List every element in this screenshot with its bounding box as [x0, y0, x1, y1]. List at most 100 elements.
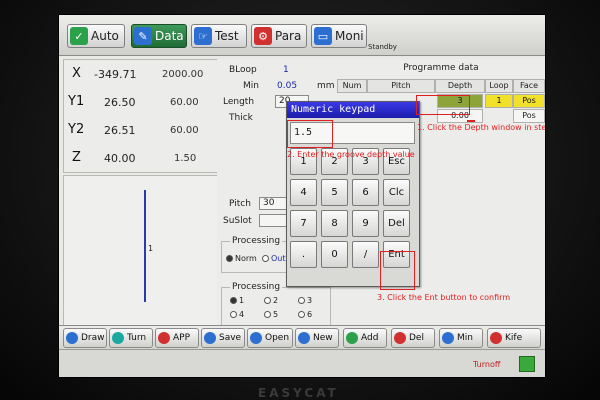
keypad-title: Numeric keypad	[287, 102, 419, 118]
radio-dot	[226, 255, 233, 262]
min-label: Min	[243, 81, 259, 91]
tab-label: Test	[215, 29, 239, 43]
radio-norm[interactable]: Norm	[226, 254, 257, 263]
bloop-value[interactable]: 1	[283, 65, 289, 75]
gear-icon: ⚙	[254, 27, 272, 45]
delete-button[interactable]: Del	[391, 328, 435, 348]
processing-mode-title: Processing	[230, 236, 283, 246]
radio-dot	[264, 297, 271, 304]
radio-label: 3	[307, 296, 313, 305]
key-5[interactable]: 5	[321, 179, 348, 206]
radio-4[interactable]: 4	[230, 310, 244, 319]
tab-label: Moni	[335, 29, 364, 43]
key-0[interactable]: 0	[321, 241, 348, 268]
new-button[interactable]: New	[295, 328, 339, 348]
hmi-bezel: EASYCAT ✓ Auto ✎ Data ☞ Test ⚙ Para ▭ Mo…	[0, 0, 600, 400]
radio-dot	[230, 297, 237, 304]
groove-line-label: 1	[148, 244, 154, 253]
save-icon	[204, 332, 216, 344]
key-7[interactable]: 7	[290, 210, 317, 237]
status-indicator-light	[519, 356, 535, 372]
axis-extra: 60.00	[170, 125, 199, 136]
radio-dot	[262, 255, 269, 262]
coordinate-panel: X -349.71 2000.00 Y1 26.50 60.00 Y2 26.5…	[63, 59, 219, 173]
groove-line	[144, 190, 146, 302]
button-label: Open	[265, 333, 290, 343]
length-label: Length	[223, 97, 255, 107]
tab-auto[interactable]: ✓ Auto	[67, 24, 125, 48]
radio-out[interactable]: Out	[262, 254, 286, 263]
axis-label: Y2	[68, 122, 85, 137]
button-label: Save	[219, 333, 242, 343]
key-del[interactable]: Del	[383, 210, 410, 237]
annotation-pointer-1	[467, 120, 475, 122]
knife-button[interactable]: Kife	[487, 328, 541, 348]
axis-value: 26.50	[104, 96, 136, 109]
annotation-step-2: 2. Enter the groove depth value	[287, 150, 415, 159]
hmi-screen: ✓ Auto ✎ Data ☞ Test ⚙ Para ▭ Moni Stand…	[58, 14, 546, 378]
add-icon	[346, 332, 358, 344]
radio-2[interactable]: 2	[264, 296, 278, 305]
col-header-loop: Loop	[485, 79, 513, 93]
radio-label: 6	[307, 310, 313, 319]
pitch-label: Pitch	[229, 199, 251, 209]
radio-label: Norm	[235, 254, 257, 263]
highlight-keypad-display	[287, 120, 333, 148]
tab-label: Para	[275, 29, 302, 43]
min-value[interactable]: 0.05	[277, 81, 297, 91]
drawing-preview-panel: 1	[63, 175, 219, 327]
radio-6[interactable]: 6	[298, 310, 312, 319]
button-label: Del	[409, 333, 424, 343]
axis-extra: 60.00	[170, 97, 199, 108]
app-button[interactable]: APP	[155, 328, 199, 348]
draw-button[interactable]: Draw	[63, 328, 107, 348]
open-button[interactable]: Open	[247, 328, 293, 348]
processing-count-group: Processing 1 2 3 4 5 6	[221, 282, 331, 327]
tab-data[interactable]: ✎ Data	[131, 24, 187, 48]
radio-3[interactable]: 3	[298, 296, 312, 305]
new-icon	[298, 332, 310, 344]
key-slash[interactable]: /	[352, 241, 379, 268]
axis-label: Y1	[68, 94, 85, 109]
tab-moni[interactable]: ▭ Moni	[311, 24, 367, 48]
radio-dot	[298, 311, 305, 318]
key-8[interactable]: 8	[321, 210, 348, 237]
radio-label: 4	[239, 310, 245, 319]
button-label: Min	[457, 333, 473, 343]
min-button[interactable]: Min	[439, 328, 483, 348]
tab-test[interactable]: ☞ Test	[191, 24, 247, 48]
status-text: Standby	[368, 43, 397, 51]
turn-button[interactable]: Turn	[109, 328, 153, 348]
face-cell-row2[interactable]: Pos	[513, 109, 545, 123]
tab-para[interactable]: ⚙ Para	[251, 24, 307, 48]
draw-icon	[66, 332, 78, 344]
highlight-ent-key	[380, 251, 415, 290]
button-label: New	[313, 333, 333, 343]
brand-logo: EASYCAT	[258, 386, 339, 400]
radio-dot	[230, 311, 237, 318]
save-button[interactable]: Save	[201, 328, 245, 348]
axis-value: -349.71	[94, 68, 137, 81]
radio-5[interactable]: 5	[264, 310, 278, 319]
axis-value: 26.51	[104, 124, 136, 137]
col-header-pitch: Pitch	[367, 79, 435, 93]
annotation-step-1: 1. Click the Depth window in step 1	[417, 123, 546, 132]
face-cell-row1[interactable]: Pos	[513, 94, 545, 108]
min-unit: mm	[317, 81, 335, 91]
key-4[interactable]: 4	[290, 179, 317, 206]
radio-1[interactable]: 1	[230, 296, 244, 305]
delete-icon	[394, 332, 406, 344]
radio-label: Out	[271, 254, 286, 263]
app-icon	[158, 332, 170, 344]
axis-label: X	[72, 66, 81, 81]
knife-icon	[490, 332, 502, 344]
add-button[interactable]: Add	[343, 328, 387, 348]
axis-extra: 2000.00	[162, 69, 204, 80]
loop-cell-row1[interactable]: 1	[485, 94, 513, 108]
key-9[interactable]: 9	[352, 210, 379, 237]
key-dot[interactable]: .	[290, 241, 317, 268]
key-6[interactable]: 6	[352, 179, 379, 206]
key-clc[interactable]: Clc	[383, 179, 410, 206]
axis-label: Z	[72, 150, 81, 165]
radio-label: 1	[239, 296, 245, 305]
